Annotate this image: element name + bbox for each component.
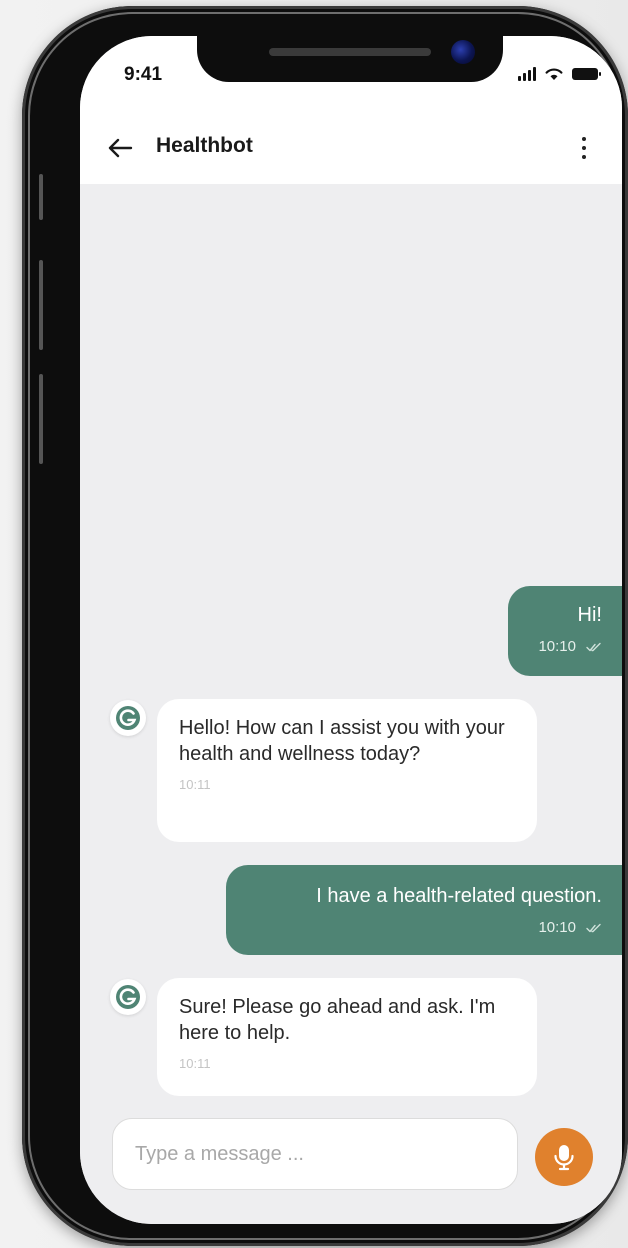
notch (197, 36, 503, 82)
status-bar: 9:41 (80, 36, 622, 116)
wifi-icon (545, 68, 563, 80)
message-bubble-bot: Sure! Please go ahead and ask. I'm here … (157, 978, 537, 1096)
message-meta: 10:10 (530, 638, 602, 655)
phone-screen: 9:41 Healthbot Hi! 10:10 Hello! How can … (80, 36, 622, 1224)
volume-down-button (39, 374, 43, 464)
status-time: 9:41 (124, 64, 163, 85)
app-header: Healthbot (80, 116, 622, 184)
signal-icon (518, 66, 536, 81)
speaker-grille (269, 48, 431, 56)
more-options-button[interactable] (572, 128, 596, 168)
more-vertical-icon (582, 137, 586, 159)
message-meta: 10:10 (248, 919, 602, 936)
microphone-button[interactable] (535, 1128, 593, 1186)
message-text: Hello! How can I assist you with your he… (179, 717, 505, 765)
bot-logo-icon (116, 985, 140, 1009)
bot-avatar (110, 700, 146, 736)
double-check-icon (586, 923, 601, 932)
message-text: Hi! (577, 604, 602, 626)
chat-area[interactable]: Hi! 10:10 Hello! How can I assist you wi… (80, 184, 622, 1096)
bot-avatar (110, 979, 146, 1015)
message-input[interactable] (112, 1118, 518, 1190)
message-time: 10:10 (538, 919, 576, 936)
message-composer (80, 1096, 622, 1224)
mute-switch (39, 174, 43, 220)
message-time: 10:11 (179, 777, 211, 792)
bot-logo-icon (116, 706, 140, 730)
message-bubble-user: Hi! 10:10 (508, 586, 622, 676)
message-time: 10:11 (179, 1056, 211, 1071)
message-time: 10:10 (538, 638, 576, 655)
message-text: Sure! Please go ahead and ask. I'm here … (179, 996, 496, 1044)
message-text: I have a health-related question. (316, 885, 602, 907)
microphone-icon (554, 1145, 574, 1171)
phone-frame: 9:41 Healthbot Hi! 10:10 Hello! How can … (22, 6, 628, 1246)
double-check-icon (586, 642, 601, 651)
front-camera (451, 40, 475, 64)
battery-icon (572, 67, 601, 80)
back-button[interactable] (102, 130, 138, 166)
message-bubble-bot: Hello! How can I assist you with your he… (157, 699, 537, 842)
header-title: Healthbot (156, 134, 253, 157)
arrow-left-icon (108, 138, 133, 158)
volume-up-button (39, 260, 43, 350)
message-bubble-user: I have a health-related question. 10:10 (226, 865, 622, 955)
status-icons (518, 66, 601, 81)
